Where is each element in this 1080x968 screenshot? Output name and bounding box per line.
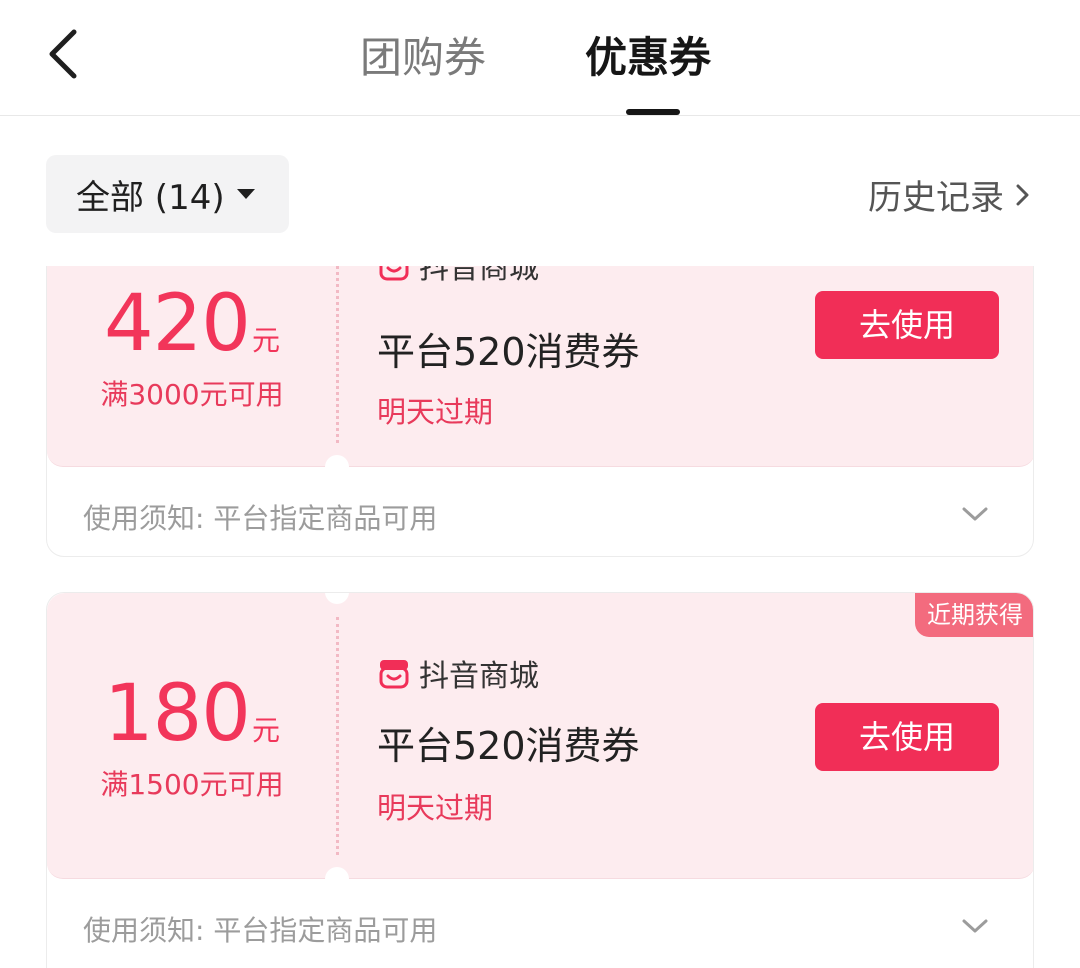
usage-notice: 使用须知: 平台指定商品可用 <box>83 502 438 535</box>
coupon-card: 420元 满3000元可用 抖音商城 平台520消费券 明天过期 去使用 使用须… <box>46 266 1034 557</box>
shop-name: 抖音商城 <box>419 659 539 694</box>
store-icon <box>379 660 409 689</box>
coupon-value: 420元 满3000元可用 <box>47 279 337 413</box>
coupon-unit: 元 <box>251 714 280 747</box>
filter-label: 全部 (14) <box>76 177 225 218</box>
active-tab-indicator <box>626 109 680 115</box>
coupon-title: 平台520消费券 <box>377 330 640 374</box>
coupon-shop: 抖音商城 <box>377 651 539 695</box>
coupon-body: 420元 满3000元可用 抖音商城 平台520消费券 明天过期 去使用 <box>47 266 1033 467</box>
coupon-notch <box>325 455 349 467</box>
coupon-condition: 满3000元可用 <box>100 378 284 411</box>
history-label: 历史记录 <box>868 178 1004 218</box>
coupon-notch <box>325 867 349 879</box>
shop-name: 抖音商城 <box>419 266 539 286</box>
tab-group-buy[interactable]: 团购券 <box>360 30 486 86</box>
history-link[interactable]: 历史记录 <box>868 170 1034 219</box>
chevron-right-icon <box>1016 184 1029 205</box>
use-coupon-button[interactable]: 去使用 <box>815 291 999 359</box>
coupon-body: 180元 满1500元可用 抖音商城 平台520消费券 明天过期 去使用 近期获… <box>47 593 1033 879</box>
coupon-card: 180元 满1500元可用 抖音商城 平台520消费券 明天过期 去使用 近期获… <box>46 592 1034 968</box>
coupon-expiry: 明天过期 <box>377 395 494 429</box>
coupon-condition: 满1500元可用 <box>100 768 284 801</box>
chevron-down-icon[interactable] <box>961 505 989 523</box>
use-coupon-button[interactable]: 去使用 <box>815 703 999 771</box>
top-nav-bar: 团购券 优惠券 <box>0 0 1080 116</box>
usage-notice: 使用须知: 平台指定商品可用 <box>83 914 438 947</box>
chevron-down-icon[interactable] <box>961 917 989 935</box>
coupon-title: 平台520消费券 <box>377 724 640 768</box>
coupon-unit: 元 <box>251 324 280 357</box>
coupon-shop: 抖音商城 <box>377 266 539 287</box>
chevron-left-icon <box>49 29 77 79</box>
coupon-list[interactable]: 420元 满3000元可用 抖音商城 平台520消费券 明天过期 去使用 使用须… <box>0 266 1080 968</box>
back-button[interactable] <box>36 22 96 86</box>
recent-badge: 近期获得 <box>915 593 1033 637</box>
coupon-amount: 180 <box>104 669 251 759</box>
filter-dropdown[interactable]: 全部 (14) <box>46 155 289 233</box>
coupon-expiry: 明天过期 <box>377 791 494 825</box>
tab-coupons[interactable]: 优惠券 <box>585 30 711 86</box>
coupon-value: 180元 满1500元可用 <box>47 669 337 803</box>
coupon-amount: 420 <box>104 279 251 369</box>
store-icon <box>379 266 409 281</box>
coupon-notch <box>325 593 349 604</box>
caret-down-icon <box>236 189 255 199</box>
